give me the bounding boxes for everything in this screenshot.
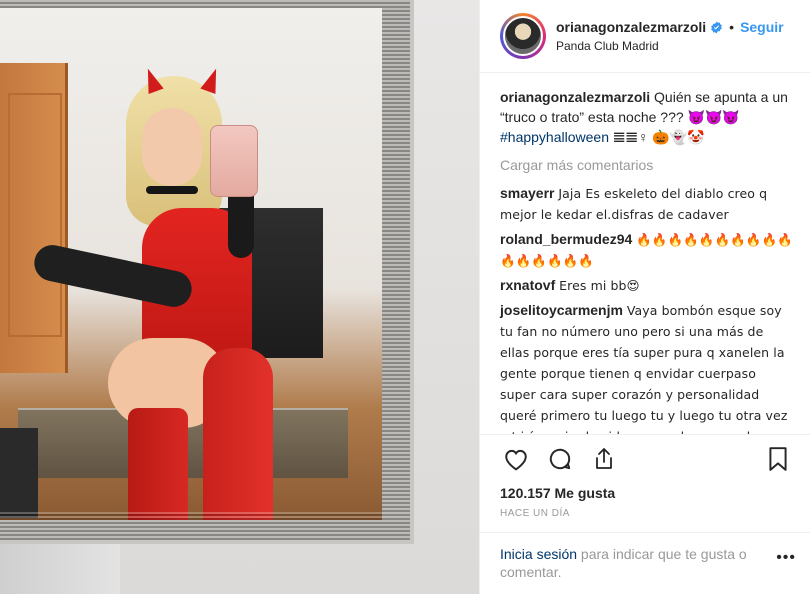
photo-choker — [146, 186, 198, 194]
list-item: joselitoycarmenjm Vaya bombón esque soy … — [500, 300, 794, 434]
more-options-icon[interactable]: ••• — [776, 549, 796, 567]
avatar-story-ring[interactable] — [500, 13, 546, 59]
photo-face — [142, 108, 202, 186]
header-text: orianagonzalezmarzoli • Seguir Panda Clu… — [556, 19, 784, 53]
post-location[interactable]: Panda Club Madrid — [556, 39, 784, 53]
login-footer: Inicia sesión para indicar que te gusta … — [480, 532, 810, 594]
photo-phone — [210, 125, 258, 197]
likes-label: Me gusta — [554, 485, 616, 501]
post-actions — [480, 434, 810, 482]
photo-door — [0, 63, 68, 373]
likes-count[interactable]: 120.157 Me gusta — [480, 482, 810, 504]
login-link[interactable]: Inicia sesión — [500, 546, 577, 562]
comments-list[interactable]: orianagonzalezmarzoli Quién se apunta a … — [480, 73, 810, 434]
comment-username[interactable]: smayerr — [500, 185, 555, 201]
photo-stocking — [203, 348, 273, 520]
follow-button[interactable]: Seguir — [740, 19, 784, 35]
photo-red-lingerie — [142, 208, 252, 408]
list-item: roland_bermudez94 🔥🔥🔥🔥🔥🔥🔥🔥🔥🔥🔥🔥🔥🔥🔥🔥 — [500, 229, 794, 271]
photo-hair — [126, 76, 222, 226]
list-item: smayerr Jaja Es eskeleto del diablo creo… — [500, 183, 794, 225]
caption-hashtag[interactable]: #happyhalloween — [500, 129, 609, 145]
comment-text: Vaya bombón esque soy tu fan no número u… — [500, 303, 788, 434]
share-button[interactable] — [586, 441, 622, 477]
post-header: orianagonzalezmarzoli • Seguir Panda Clu… — [480, 0, 810, 73]
comment-text: Eres mi bb😍 — [559, 278, 640, 293]
photo-glass-table — [18, 408, 348, 478]
comment-username[interactable]: roland_bermudez94 — [500, 231, 632, 247]
photo-mirror-frame — [0, 0, 410, 540]
list-item: rxnatovf Eres mi bb😍 — [500, 275, 794, 296]
likes-number: 120.157 — [500, 485, 551, 501]
photo-mirror-reflection — [0, 8, 382, 520]
photo-horn-left — [140, 65, 164, 95]
share-icon — [596, 447, 612, 469]
photo-person — [31, 65, 278, 520]
heart-icon — [505, 449, 527, 470]
photo-glove-right — [228, 138, 254, 258]
caption: orianagonzalezmarzoli Quién se apunta a … — [500, 87, 794, 147]
save-button[interactable] — [760, 441, 796, 477]
header-separator: • — [729, 19, 735, 35]
header-row: orianagonzalezmarzoli • Seguir — [556, 19, 784, 35]
photo-glove-left — [31, 241, 195, 311]
photo-leg — [108, 338, 228, 428]
post-view: orianagonzalezmarzoli • Seguir Panda Clu… — [0, 0, 810, 594]
avatar[interactable] — [503, 16, 543, 56]
post-side-panel: orianagonzalezmarzoli • Seguir Panda Clu… — [479, 0, 810, 594]
load-more-comments-button[interactable]: Cargar más comentarios — [500, 155, 794, 175]
photo-stocking-lower — [128, 408, 188, 520]
caption-username[interactable]: orianagonzalezmarzoli — [500, 89, 650, 105]
like-button[interactable] — [498, 441, 534, 477]
photo-dark-panel — [213, 208, 323, 358]
comment-bubble-icon — [549, 448, 571, 469]
post-timestamp[interactable]: HACE UN DÍA — [480, 504, 810, 532]
photo-horn-right — [200, 65, 224, 95]
photo-chair — [0, 428, 38, 518]
comment-username[interactable]: rxnatovf — [500, 277, 555, 293]
bookmark-icon — [769, 446, 787, 471]
comment-button[interactable] — [542, 441, 578, 477]
caption-trailing: 𝌆𝌆♀ 🎃👻🤡 — [612, 129, 705, 145]
verified-badge-icon — [710, 21, 723, 34]
post-photo[interactable] — [0, 0, 479, 594]
comment-username[interactable]: joselitoycarmenjm — [500, 302, 623, 318]
header-username[interactable]: orianagonzalezmarzoli — [556, 19, 706, 35]
